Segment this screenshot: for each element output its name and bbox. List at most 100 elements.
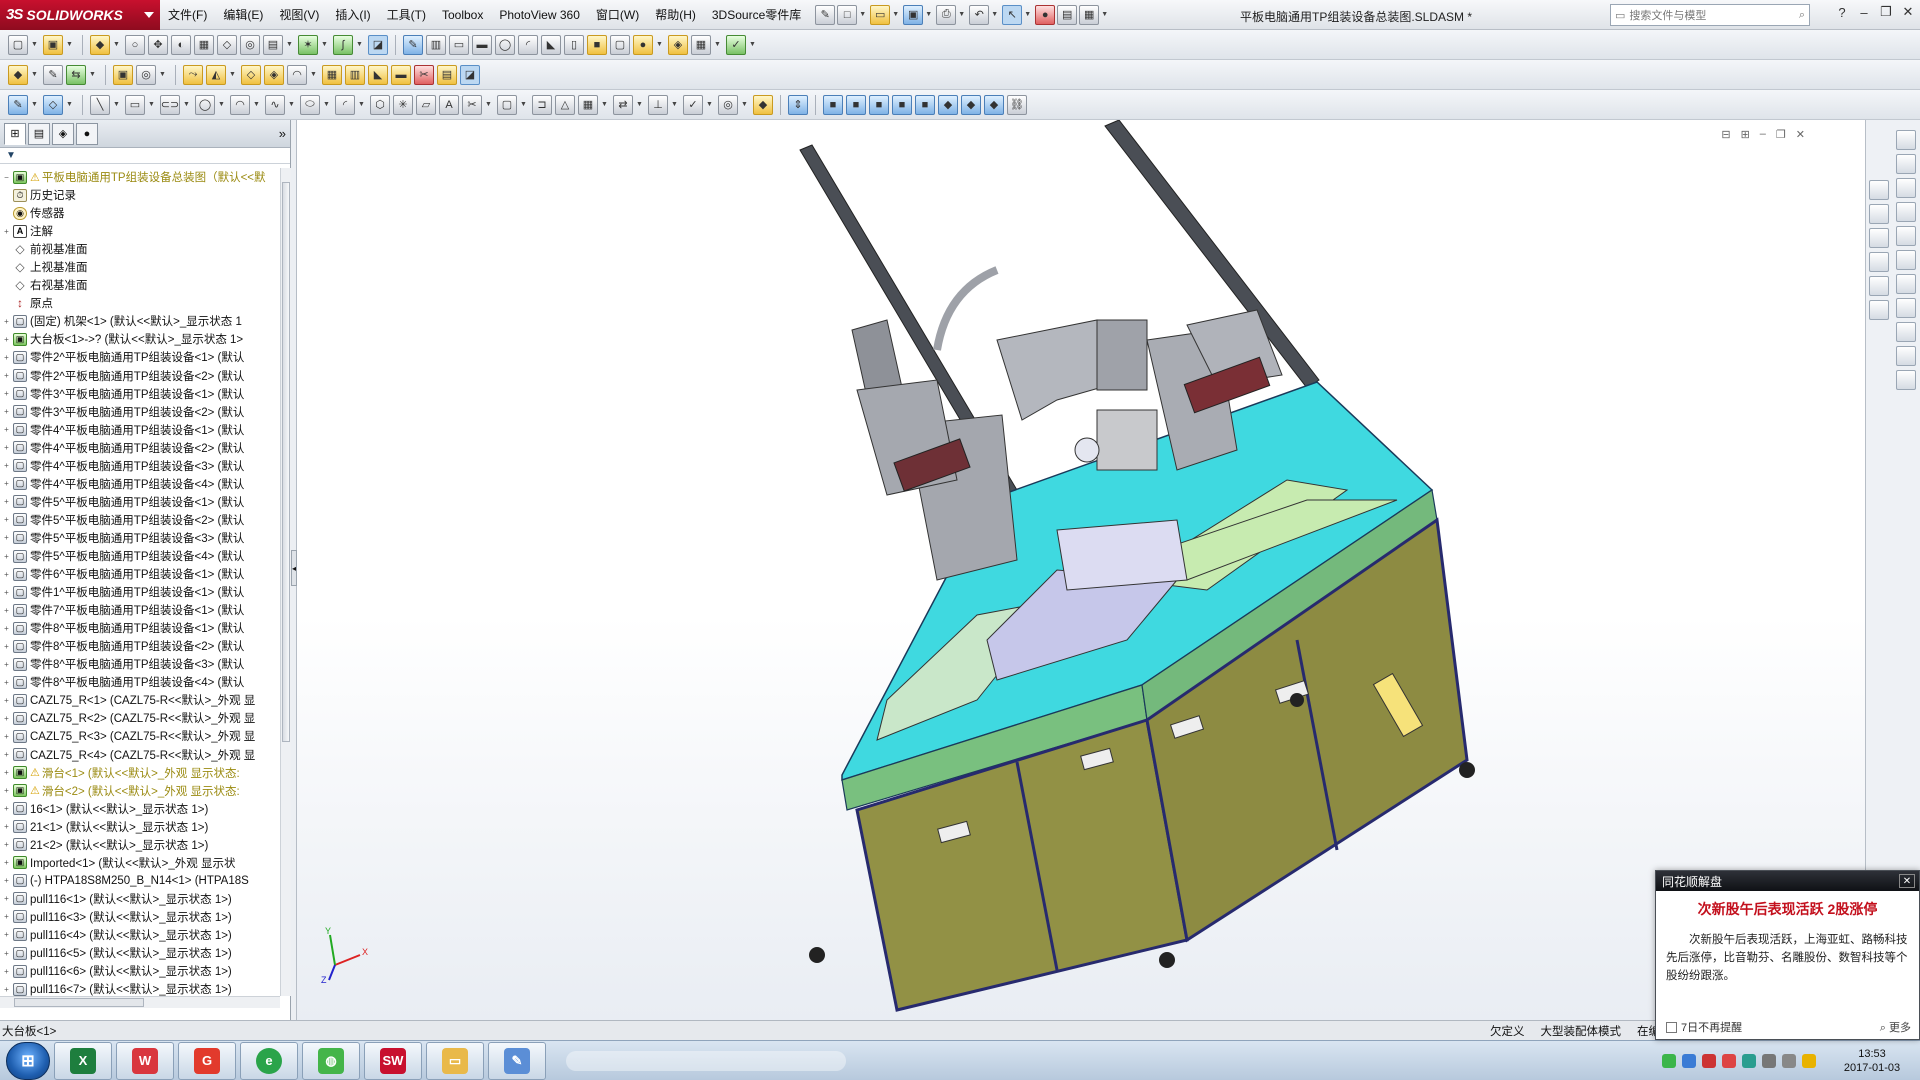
tree-item[interactable]: + ▢ CAZL75_R<4> (CAZL75-R<<默认>_外观 显 [0, 746, 280, 764]
insert-component-icon[interactable]: ▢ [8, 34, 28, 55]
expand-toggle-icon[interactable]: + [2, 407, 11, 416]
expand-toggle-icon[interactable]: + [2, 552, 11, 561]
move-component-icon[interactable]: ✥ [148, 34, 168, 55]
rectangle-icon[interactable]: ▭ [125, 94, 145, 115]
expand-toggle-icon[interactable]: + [2, 497, 11, 506]
view-back-icon[interactable]: ■ [846, 94, 866, 115]
3dsource-icon[interactable] [1896, 274, 1916, 294]
chevron-down-icon[interactable]: ▼ [714, 41, 721, 48]
exploded-view-icon[interactable]: ✶ [298, 34, 318, 55]
dont-remind-checkbox[interactable] [1666, 1021, 1677, 1033]
tree-item[interactable]: + ▢ 零件4^平板电脑通用TP组装设备<3> (默认 [0, 457, 280, 475]
expand-toggle-icon[interactable]: + [2, 533, 11, 542]
tree-item[interactable]: + ▢ 21<1> (默认<<默认>_显示状态 1>) [0, 818, 280, 836]
chevron-down-icon[interactable]: ▼ [148, 101, 155, 108]
restore-icon[interactable]: ❐ [1878, 4, 1894, 20]
cut-icon[interactable]: ▬ [472, 34, 492, 55]
options-icon[interactable]: ▦ [1079, 4, 1100, 25]
file-properties-icon[interactable]: ▤ [1057, 4, 1078, 25]
wechat-tray-icon[interactable] [1662, 1053, 1676, 1068]
search-box[interactable]: ▭ 搜索文件与模型 ⌕ [1610, 4, 1810, 26]
antivirus-tray-icon[interactable] [1702, 1053, 1716, 1068]
menu-view[interactable]: 视图(V) [271, 0, 327, 30]
custom-properties-icon[interactable] [1896, 250, 1916, 270]
app-tray-icon[interactable] [1722, 1053, 1736, 1068]
taskbar-app-paint[interactable]: ✎ [488, 1041, 546, 1080]
expand-toggle-icon[interactable]: + [2, 317, 11, 326]
traffic-light-icon[interactable]: ● [1035, 4, 1056, 25]
polygon-icon[interactable]: ⬡ [370, 94, 390, 115]
revolve-icon[interactable]: ◎ [136, 64, 156, 85]
menu-photoview[interactable]: PhotoView 360 [491, 0, 588, 30]
tree-item[interactable]: + ▢ 零件7^平板电脑通用TP组装设备<1> (默认 [0, 601, 280, 619]
expand-toggle-icon[interactable]: + [2, 515, 11, 524]
expand-toggle-icon[interactable]: + [2, 696, 11, 705]
tree-item[interactable]: + ▢ 零件4^平板电脑通用TP组装设备<2> (默认 [0, 439, 280, 457]
tree-item[interactable]: + ▢ pull116<1> (默认<<默认>_显示状态 1>) [0, 890, 280, 908]
plugin-icon[interactable] [1896, 370, 1916, 390]
clock[interactable]: 13:53 2017-01-03 [1832, 1047, 1912, 1075]
view-trimetric-icon[interactable]: ◆ [961, 94, 981, 115]
menu-toolbox[interactable]: Toolbox [434, 0, 491, 30]
chevron-down-icon[interactable]: ▼ [323, 101, 330, 108]
chevron-down-icon[interactable]: ▼ [253, 101, 260, 108]
chevron-down-icon[interactable]: ▼ [485, 101, 492, 108]
hole-icon[interactable]: ◯ [495, 34, 515, 55]
expand-panel-icon[interactable]: » [279, 126, 286, 141]
view-left-icon[interactable]: ■ [869, 94, 889, 115]
popup-title[interactable]: 次新股午后表现活跃 2股涨停 [1656, 899, 1919, 919]
expand-toggle-icon[interactable]: + [2, 804, 11, 813]
tree-item[interactable]: + ▢ 零件5^平板电脑通用TP组装设备<3> (默认 [0, 529, 280, 547]
view-front-icon[interactable]: ■ [823, 94, 843, 115]
chevron-down-icon[interactable]: ▼ [706, 101, 713, 108]
relations-icon[interactable]: ⇆ [66, 64, 86, 85]
tree-item[interactable]: + ▢ CAZL75_R<2> (CAZL75-R<<默认>_外观 显 [0, 709, 280, 727]
input-method-tray-icon[interactable] [1802, 1053, 1816, 1068]
chart-tool-icon[interactable]: ▥ [426, 34, 446, 55]
shell-icon[interactable]: ▢ [610, 34, 630, 55]
print-icon[interactable]: ⎙ [936, 4, 957, 25]
chevron-down-icon[interactable]: ▼ [925, 11, 932, 18]
popup-close-icon[interactable]: ✕ [1899, 874, 1915, 888]
view-top-icon[interactable]: ■ [915, 94, 935, 115]
taskbar-app-g[interactable]: G [178, 1041, 236, 1080]
dont-remind-label[interactable]: 7日不再提醒 [1681, 1019, 1742, 1035]
tree-item[interactable]: ↕ 原点 [0, 294, 280, 312]
expand-toggle-icon[interactable]: + [2, 588, 11, 597]
expand-toggle-icon[interactable]: + [2, 985, 11, 994]
expand-toggle-icon[interactable]: + [2, 570, 11, 579]
tree-item[interactable]: + ▢ 零件6^平板电脑通用TP组装设备<1> (默认 [0, 565, 280, 583]
new-document-icon[interactable]: □ [837, 4, 858, 25]
link-views-icon[interactable]: ⛓ [1007, 94, 1027, 115]
chamfer-icon[interactable]: ◣ [541, 34, 561, 55]
expand-toggle-icon[interactable]: + [2, 624, 11, 633]
arc-icon[interactable]: ◠ [230, 94, 250, 115]
expand-toggle-icon[interactable]: + [2, 732, 11, 741]
linear-pattern-icon[interactable]: ◆ [90, 34, 110, 55]
pin-icon[interactable]: ✎ [815, 4, 836, 25]
expand-toggle-icon[interactable]: + [2, 949, 11, 958]
tab-configuration-manager[interactable]: ◈ [52, 122, 74, 145]
structural-icon[interactable]: ▥ [345, 64, 365, 85]
chevron-down-icon[interactable]: ▼ [601, 101, 608, 108]
tab-property-manager[interactable]: ▤ [28, 122, 50, 145]
save-icon[interactable]: ▣ [903, 4, 924, 25]
menu-file[interactable]: 文件(F) [160, 0, 215, 30]
forum-icon[interactable] [1896, 322, 1916, 342]
move-entities-icon[interactable]: ⇄ [613, 94, 633, 115]
minimize-icon[interactable]: – [1856, 5, 1872, 20]
menu-insert[interactable]: 插入(I) [327, 0, 378, 30]
expand-toggle-icon[interactable]: + [2, 479, 11, 488]
tree-item[interactable]: + ▣ Imported<1> (默认<<默认>_外观 显示状 [0, 854, 280, 872]
end-cap-icon[interactable]: ▬ [391, 64, 411, 85]
select-pointer-icon[interactable]: ↖ [1002, 4, 1023, 25]
close-icon[interactable]: ✕ [1900, 4, 1916, 20]
display-relations-icon[interactable]: ⊥ [648, 94, 668, 115]
chevron-down-icon[interactable]: ▼ [636, 101, 643, 108]
chevron-down-icon[interactable]: ▼ [520, 101, 527, 108]
menu-3dsource[interactable]: 3DSource零件库 [704, 0, 809, 30]
properties-icon[interactable] [1869, 300, 1889, 320]
sketch-icon[interactable]: ✎ [8, 94, 28, 115]
view-palette-icon[interactable] [1896, 202, 1916, 222]
tree-vertical-scrollbar[interactable] [280, 168, 291, 996]
